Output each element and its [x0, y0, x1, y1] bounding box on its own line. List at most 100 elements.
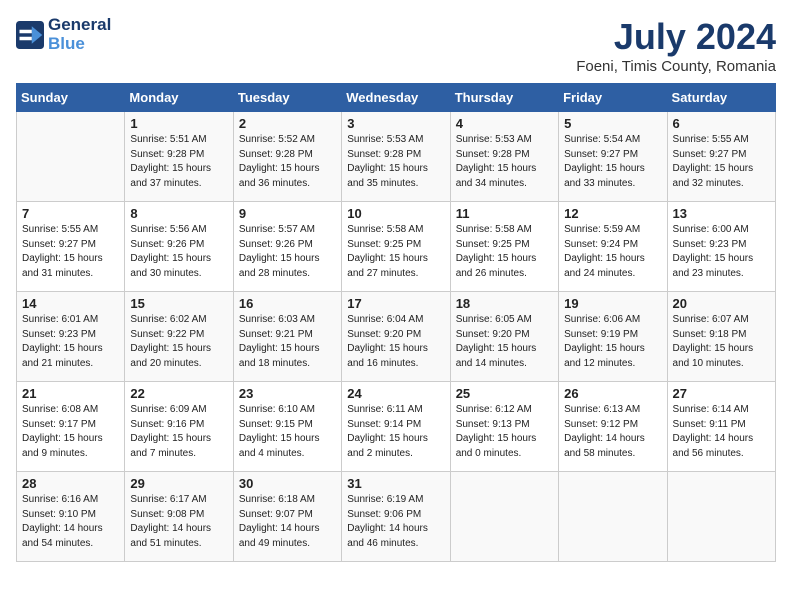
calendar-cell: 5Sunrise: 5:54 AM Sunset: 9:27 PM Daylig… [559, 112, 667, 202]
day-number: 31 [347, 476, 444, 491]
day-number: 26 [564, 386, 661, 401]
day-info: Sunrise: 6:05 AM Sunset: 9:20 PM Dayligh… [456, 313, 553, 371]
day-number: 19 [564, 296, 661, 311]
day-info: Sunrise: 6:04 AM Sunset: 9:20 PM Dayligh… [347, 313, 444, 371]
day-info: Sunrise: 5:53 AM Sunset: 9:28 PM Dayligh… [347, 133, 444, 191]
calendar-cell: 20 Sunrise: 6:07 AM Sunset: 9:18 PM Dayli… [667, 292, 775, 382]
calendar-cell: 31Sunrise: 6:19 AM Sunset: 9:06 PM Dayli… [342, 472, 450, 562]
day-info: Sunrise: 5:55 AM Sunset: 9:27 PM Dayligh… [673, 133, 770, 191]
calendar-cell: 13 Sunrise: 6:00 AM Sunset: 9:23 PM Dayli… [667, 202, 775, 292]
day-info: Sunrise: 5:57 AM Sunset: 9:26 PM Dayligh… [239, 223, 336, 281]
day-info: Sunrise: 6:18 AM Sunset: 9:07 PM Dayligh… [239, 493, 336, 551]
calendar-cell: 16 Sunrise: 6:03 AM Sunset: 9:21 PM Dayli… [233, 292, 341, 382]
day-info: Sunrise: 6:14 AM Sunset: 9:11 PM Dayligh… [673, 403, 770, 461]
day-number: 3 [347, 116, 444, 131]
day-info: Sunrise: 6:07 AM Sunset: 9:18 PM Dayligh… [673, 313, 770, 371]
weekday-header-tuesday: Tuesday [233, 84, 341, 112]
calendar-cell: 28 Sunrise: 6:16 AM Sunset: 9:10 PM Dayli… [17, 472, 125, 562]
day-number: 1 [130, 116, 227, 131]
calendar-cell: 12 Sunrise: 5:59 AM Sunset: 9:24 PM Dayli… [559, 202, 667, 292]
day-info: Sunrise: 6:11 AM Sunset: 9:14 PM Dayligh… [347, 403, 444, 461]
calendar-cell: 15Sunrise: 6:02 AM Sunset: 9:22 PM Dayli… [125, 292, 233, 382]
calendar-week-row: 7 Sunrise: 5:55 AM Sunset: 9:27 PM Daylig… [17, 202, 776, 292]
page-header: General Blue July 2024 Foeni, Timis Coun… [16, 16, 776, 75]
weekday-header-saturday: Saturday [667, 84, 775, 112]
calendar-table: SundayMondayTuesdayWednesdayThursdayFrid… [16, 83, 776, 562]
day-number: 27 [673, 386, 770, 401]
day-info: Sunrise: 6:00 AM Sunset: 9:23 PM Dayligh… [673, 223, 770, 281]
day-number: 18 [456, 296, 553, 311]
day-info: Sunrise: 5:59 AM Sunset: 9:24 PM Dayligh… [564, 223, 661, 281]
day-number: 21 [22, 386, 119, 401]
day-number: 24 [347, 386, 444, 401]
day-number: 5 [564, 116, 661, 131]
day-info: Sunrise: 6:06 AM Sunset: 9:19 PM Dayligh… [564, 313, 661, 371]
calendar-cell: 7 Sunrise: 5:55 AM Sunset: 9:27 PM Daylig… [17, 202, 125, 292]
day-number: 12 [564, 206, 661, 221]
day-number: 20 [673, 296, 770, 311]
day-number: 10 [347, 206, 444, 221]
weekday-header-wednesday: Wednesday [342, 84, 450, 112]
calendar-cell: 8 Sunrise: 5:56 AM Sunset: 9:26 PM Daylig… [125, 202, 233, 292]
day-number: 4 [456, 116, 553, 131]
day-number: 25 [456, 386, 553, 401]
day-number: 22 [130, 386, 227, 401]
calendar-cell [17, 112, 125, 202]
weekday-header-monday: Monday [125, 84, 233, 112]
calendar-cell [450, 472, 558, 562]
day-number: 6 [673, 116, 770, 131]
calendar-cell: 14 Sunrise: 6:01 AM Sunset: 9:23 PM Dayli… [17, 292, 125, 382]
month-year: July 2024 [576, 16, 776, 58]
logo-icon [16, 21, 44, 49]
calendar-cell: 19 Sunrise: 6:06 AM Sunset: 9:19 PM Dayli… [559, 292, 667, 382]
day-number: 11 [456, 206, 553, 221]
day-info: Sunrise: 6:08 AM Sunset: 9:17 PM Dayligh… [22, 403, 119, 461]
calendar-cell: 3 Sunrise: 5:53 AM Sunset: 9:28 PM Daylig… [342, 112, 450, 202]
day-info: Sunrise: 6:01 AM Sunset: 9:23 PM Dayligh… [22, 313, 119, 371]
calendar-cell: 21 Sunrise: 6:08 AM Sunset: 9:17 PM Dayli… [17, 382, 125, 472]
day-number: 9 [239, 206, 336, 221]
location: Foeni, Timis County, Romania [576, 58, 776, 75]
title-block: July 2024 Foeni, Timis County, Romania [576, 16, 776, 75]
day-info: Sunrise: 6:16 AM Sunset: 9:10 PM Dayligh… [22, 493, 119, 551]
day-info: Sunrise: 6:13 AM Sunset: 9:12 PM Dayligh… [564, 403, 661, 461]
day-number: 2 [239, 116, 336, 131]
calendar-cell: 30 Sunrise: 6:18 AM Sunset: 9:07 PM Dayli… [233, 472, 341, 562]
calendar-cell: 4 Sunrise: 5:53 AM Sunset: 9:28 PM Daylig… [450, 112, 558, 202]
calendar-cell: 11 Sunrise: 5:58 AM Sunset: 9:25 PM Dayli… [450, 202, 558, 292]
day-number: 30 [239, 476, 336, 491]
day-number: 7 [22, 206, 119, 221]
day-info: Sunrise: 6:12 AM Sunset: 9:13 PM Dayligh… [456, 403, 553, 461]
day-number: 17 [347, 296, 444, 311]
day-number: 13 [673, 206, 770, 221]
day-info: Sunrise: 5:56 AM Sunset: 9:26 PM Dayligh… [130, 223, 227, 281]
calendar-cell: 17 Sunrise: 6:04 AM Sunset: 9:20 PM Dayli… [342, 292, 450, 382]
day-info: Sunrise: 6:17 AM Sunset: 9:08 PM Dayligh… [130, 493, 227, 551]
calendar-cell: 6 Sunrise: 5:55 AM Sunset: 9:27 PM Daylig… [667, 112, 775, 202]
day-info: Sunrise: 6:09 AM Sunset: 9:16 PM Dayligh… [130, 403, 227, 461]
day-number: 28 [22, 476, 119, 491]
calendar-cell: 27 Sunrise: 6:14 AM Sunset: 9:11 PM Dayli… [667, 382, 775, 472]
day-number: 8 [130, 206, 227, 221]
calendar-cell: 25 Sunrise: 6:12 AM Sunset: 9:13 PM Dayli… [450, 382, 558, 472]
calendar-cell: 2 Sunrise: 5:52 AM Sunset: 9:28 PM Daylig… [233, 112, 341, 202]
day-info: Sunrise: 5:53 AM Sunset: 9:28 PM Dayligh… [456, 133, 553, 191]
day-info: Sunrise: 5:51 AM Sunset: 9:28 PM Dayligh… [130, 133, 227, 191]
calendar-week-row: 21 Sunrise: 6:08 AM Sunset: 9:17 PM Dayli… [17, 382, 776, 472]
day-number: 15 [130, 296, 227, 311]
day-info: Sunrise: 6:03 AM Sunset: 9:21 PM Dayligh… [239, 313, 336, 371]
day-info: Sunrise: 5:55 AM Sunset: 9:27 PM Dayligh… [22, 223, 119, 281]
calendar-cell: 22 Sunrise: 6:09 AM Sunset: 9:16 PM Dayli… [125, 382, 233, 472]
calendar-cell [667, 472, 775, 562]
day-number: 16 [239, 296, 336, 311]
day-info: Sunrise: 5:52 AM Sunset: 9:28 PM Dayligh… [239, 133, 336, 191]
day-info: Sunrise: 5:58 AM Sunset: 9:25 PM Dayligh… [456, 223, 553, 281]
weekday-header-friday: Friday [559, 84, 667, 112]
calendar-cell [559, 472, 667, 562]
day-info: Sunrise: 5:58 AM Sunset: 9:25 PM Dayligh… [347, 223, 444, 281]
weekday-header-sunday: Sunday [17, 84, 125, 112]
day-number: 14 [22, 296, 119, 311]
calendar-week-row: 1 Sunrise: 5:51 AM Sunset: 9:28 PM Daylig… [17, 112, 776, 202]
logo-text: General Blue [48, 16, 111, 53]
calendar-cell: 26 Sunrise: 6:13 AM Sunset: 9:12 PM Dayli… [559, 382, 667, 472]
